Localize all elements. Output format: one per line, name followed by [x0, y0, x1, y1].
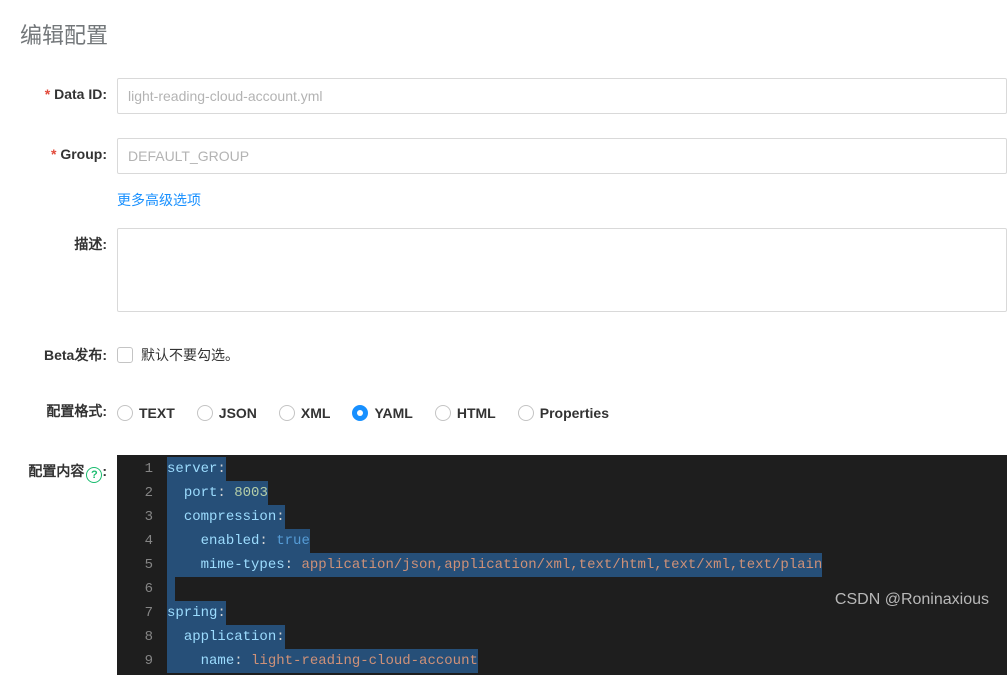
format-label: 配置格式: — [0, 395, 117, 427]
data-id-label: Data ID: — [0, 78, 117, 110]
group-input[interactable] — [117, 138, 1007, 174]
editor-code[interactable]: server: port: 8003 compression: enabled:… — [167, 455, 1007, 675]
radio-circle-icon — [518, 405, 534, 421]
radio-label: Properties — [540, 405, 609, 421]
format-radio-xml[interactable]: XML — [279, 405, 331, 421]
radio-circle-icon — [435, 405, 451, 421]
description-textarea[interactable] — [117, 228, 1007, 312]
beta-hint: 默认不要勾选。 — [141, 345, 239, 365]
radio-label: TEXT — [139, 405, 175, 421]
help-icon[interactable]: ? — [86, 467, 102, 483]
format-radio-json[interactable]: JSON — [197, 405, 257, 421]
format-radio-properties[interactable]: Properties — [518, 405, 609, 421]
format-radio-yaml[interactable]: YAML — [352, 405, 412, 421]
radio-label: JSON — [219, 405, 257, 421]
content-label: 配置内容?: — [0, 455, 117, 487]
radio-label: YAML — [374, 405, 412, 421]
data-id-input[interactable] — [117, 78, 1007, 114]
description-label: 描述: — [0, 228, 117, 260]
group-label: Group: — [0, 138, 117, 170]
editor-gutter: 123456789 — [117, 455, 167, 675]
format-radio-group: TEXT JSON XML YAML HTML Properties — [117, 395, 1007, 431]
radio-circle-icon — [352, 405, 368, 421]
radio-circle-icon — [279, 405, 295, 421]
radio-circle-icon — [117, 405, 133, 421]
advanced-options-link[interactable]: 更多高级选项 — [117, 192, 201, 208]
radio-label: XML — [301, 405, 331, 421]
format-radio-html[interactable]: HTML — [435, 405, 496, 421]
radio-label: HTML — [457, 405, 496, 421]
page-title: 编辑配置 — [0, 0, 1007, 50]
beta-checkbox[interactable] — [117, 347, 133, 363]
radio-circle-icon — [197, 405, 213, 421]
beta-label: Beta发布: — [0, 339, 117, 371]
code-editor[interactable]: 123456789 server: port: 8003 compression… — [117, 455, 1007, 675]
format-radio-text[interactable]: TEXT — [117, 405, 175, 421]
